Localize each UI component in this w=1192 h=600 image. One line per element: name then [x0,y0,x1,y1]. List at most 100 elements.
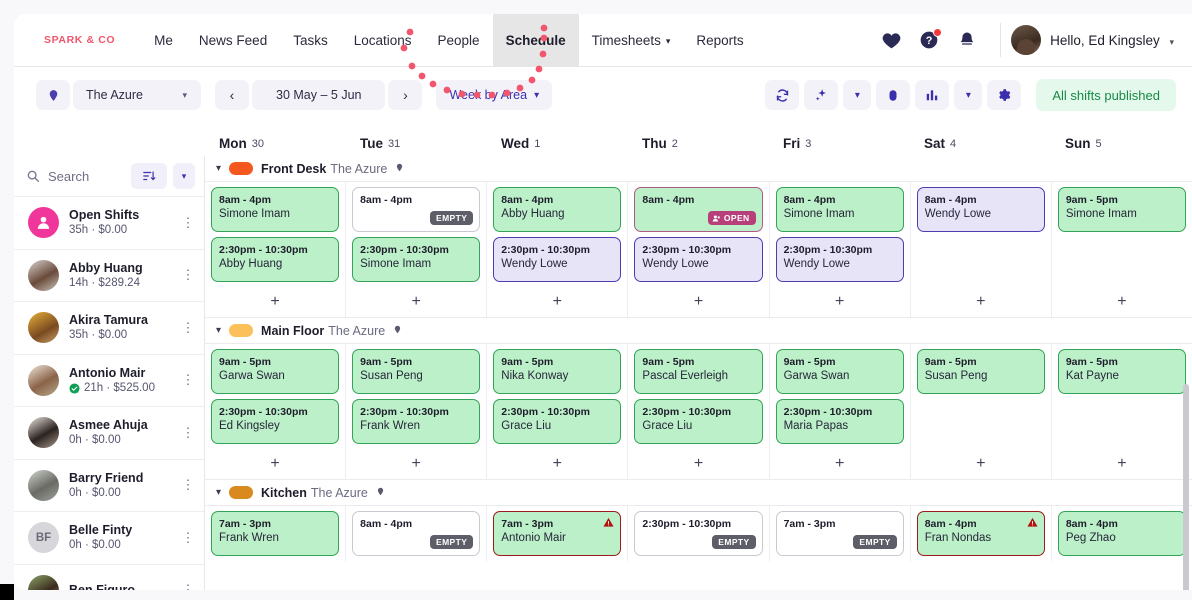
day-header-sat[interactable]: Sat4 [910,123,1051,156]
list-item[interactable]: Barry Friend0h · $0.00⋮ [14,460,204,513]
chevron-down-icon[interactable]: ▾ [216,487,221,498]
day-column[interactable]: 9am - 5pmGarwa Swan 2:30pm - 10:30pmEd Ki… [205,344,346,449]
add-shift-button[interactable]: + [770,449,911,479]
shift-card[interactable]: 8am - 4pmFran Nondas [917,511,1045,556]
shift-card[interactable]: 8am - 4pmWendy Lowe [917,187,1045,232]
shift-card[interactable]: 2:30pm - 10:30pmMaria Papas [776,399,904,444]
person-menu-icon[interactable]: ⋮ [181,483,195,487]
person-menu-icon[interactable]: ⋮ [181,588,195,590]
person-menu-icon[interactable]: ⋮ [181,273,195,277]
nav-item-me[interactable]: Me [141,14,186,67]
refresh-button[interactable] [765,80,799,110]
day-column[interactable]: 9am - 5pmKat Payne [1052,344,1192,449]
shift-card[interactable]: 8am - 4pmAbby Huang [493,187,621,232]
add-shift-button[interactable]: + [487,287,628,317]
shift-card[interactable]: 9am - 5pmKat Payne [1058,349,1186,394]
shift-card[interactable]: 8am - 4pmEMPTY [352,187,480,232]
shift-card[interactable]: 9am - 5pmSusan Peng [352,349,480,394]
person-menu-icon[interactable]: ⋮ [181,378,195,382]
shift-card[interactable]: 8am - 4pmOPEN [634,187,762,232]
user-menu[interactable]: Hello, Ed Kingsley ▾ [1050,33,1174,48]
day-column[interactable]: 8am - 4pmSimone Imam2:30pm - 10:30pmWend… [770,182,911,287]
list-item[interactable]: Open Shifts35h · $0.00⋮ [14,197,204,250]
day-column[interactable]: 7am - 3pmFrank Wren [205,506,346,561]
day-column[interactable]: 8am - 4pmEMPTY [346,506,487,561]
shift-card[interactable]: 9am - 5pmNika Konway [493,349,621,394]
day-column[interactable]: 2:30pm - 10:30pmEMPTY [628,506,769,561]
shift-card[interactable]: 9am - 5pmSimone Imam [1058,187,1186,232]
person-menu-icon[interactable]: ⋮ [181,431,195,435]
day-column[interactable]: 8am - 4pmSimone Imam 2:30pm - 10:30pmAbby… [205,182,346,287]
day-header-mon[interactable]: Mon30 [205,123,346,156]
gear-icon[interactable] [987,80,1021,110]
shift-card[interactable]: 2:30pm - 10:30pmWendy Lowe [776,237,904,282]
list-item[interactable]: Asmee Ahuja0h · $0.00⋮ [14,407,204,460]
shift-card[interactable]: 2:30pm - 10:30pmFrank Wren [352,399,480,444]
next-week-button[interactable]: › [388,80,422,110]
shift-card[interactable]: 2:30pm - 10:30pmWendy Lowe [493,237,621,282]
list-item[interactable]: BFBelle Finty0h · $0.00⋮ [14,512,204,565]
shift-card[interactable]: 2:30pm - 10:30pmEd Kingsley [211,399,339,444]
day-column[interactable]: 9am - 5pmSimone Imam [1052,182,1192,287]
shift-card[interactable]: 8am - 4pmSimone Imam [211,187,339,232]
filter-dropdown-icon[interactable]: ▾ [173,163,195,189]
day-header-thu[interactable]: Thu2 [628,123,769,156]
shift-card[interactable]: 2:30pm - 10:30pmGrace Liu [634,399,762,444]
add-shift-button[interactable]: + [346,449,487,479]
shift-card[interactable]: 2:30pm - 10:30pmEMPTY [634,511,762,556]
day-header-tue[interactable]: Tue31 [346,123,487,156]
vertical-scrollbar[interactable] [1183,384,1189,590]
day-column[interactable]: 9am - 5pmNika Konway 2:30pm - 10:30pmGrac… [487,344,628,449]
shift-card[interactable]: 9am - 5pmGarwa Swan [211,349,339,394]
shift-card[interactable]: 8am - 4pmEMPTY [352,511,480,556]
shift-card[interactable]: 7am - 3pmEMPTY [776,511,904,556]
add-shift-button[interactable]: + [205,287,346,317]
shift-card[interactable]: 9am - 5pmGarwa Swan [776,349,904,394]
day-header-fri[interactable]: Fri3 [769,123,910,156]
chevron-down-icon[interactable]: ▾ [216,325,221,336]
publish-status-badge[interactable]: All shifts published [1036,79,1176,111]
add-shift-button[interactable]: + [1052,287,1192,317]
shift-card[interactable]: 9am - 5pmSusan Peng [917,349,1045,394]
nav-item-people[interactable]: People [425,14,493,67]
shift-card[interactable]: 2:30pm - 10:30pmWendy Lowe [634,237,762,282]
chevron-down-icon[interactable]: ▾ [216,163,221,174]
shift-card[interactable]: 2:30pm - 10:30pmAbby Huang [211,237,339,282]
day-column[interactable]: 7am - 3pmAntonio Mair [487,506,628,561]
brand-logo[interactable]: SPARK & CO [44,34,115,46]
day-column[interactable]: 8am - 4pmEMPTY 2:30pm - 10:30pmSimone Ima… [346,182,487,287]
day-column[interactable]: 8am - 4pmWendy Lowe [911,182,1052,287]
shift-card[interactable]: 2:30pm - 10:30pmGrace Liu [493,399,621,444]
list-item[interactable]: Antonio Mair21h · $525.00⋮ [14,355,204,408]
nav-item-reports[interactable]: Reports [683,14,756,67]
day-column[interactable]: 8am - 4pmAbby Huang 2:30pm - 10:30pmWendy… [487,182,628,287]
add-shift-button[interactable]: + [770,287,911,317]
add-shift-button[interactable]: + [911,287,1052,317]
nav-item-news-feed[interactable]: News Feed [186,14,280,67]
day-column[interactable]: 8am - 4pmFran Nondas [911,506,1052,561]
location-pin-icon[interactable] [36,80,70,110]
shift-card[interactable]: 7am - 3pmFrank Wren [211,511,339,556]
shift-card[interactable]: 9am - 5pmPascal Everleigh [634,349,762,394]
list-item[interactable]: Ben Figuro⋮ [14,565,204,591]
bar-chart-icon[interactable] [915,80,949,110]
shift-card[interactable]: 2:30pm - 10:30pmSimone Imam [352,237,480,282]
avatar[interactable] [1011,25,1041,55]
shift-card[interactable]: 7am - 3pmAntonio Mair [493,511,621,556]
bell-icon[interactable] [948,21,986,59]
tag-icon[interactable] [876,80,910,110]
date-range-label[interactable]: 30 May – 5 Jun [252,80,385,110]
list-item[interactable]: Akira Tamura35h · $0.00⋮ [14,302,204,355]
person-menu-icon[interactable]: ⋮ [181,221,195,225]
add-shift-button[interactable]: + [911,449,1052,479]
day-column[interactable]: 9am - 5pmSusan Peng 2:30pm - 10:30pmFrank… [346,344,487,449]
add-shift-button[interactable]: + [628,287,769,317]
nav-item-tasks[interactable]: Tasks [280,14,341,67]
day-column[interactable]: 9am - 5pmGarwa Swan 2:30pm - 10:30pmMaria… [770,344,911,449]
day-column[interactable]: 8am - 4pmPeg Zhao [1052,506,1192,561]
auto-schedule-dropdown[interactable]: ▾ [843,80,871,110]
help-icon[interactable]: ? [910,21,948,59]
nav-item-locations[interactable]: Locations [341,14,425,67]
day-header-wed[interactable]: Wed1 [487,123,628,156]
person-menu-icon[interactable]: ⋮ [181,536,195,540]
